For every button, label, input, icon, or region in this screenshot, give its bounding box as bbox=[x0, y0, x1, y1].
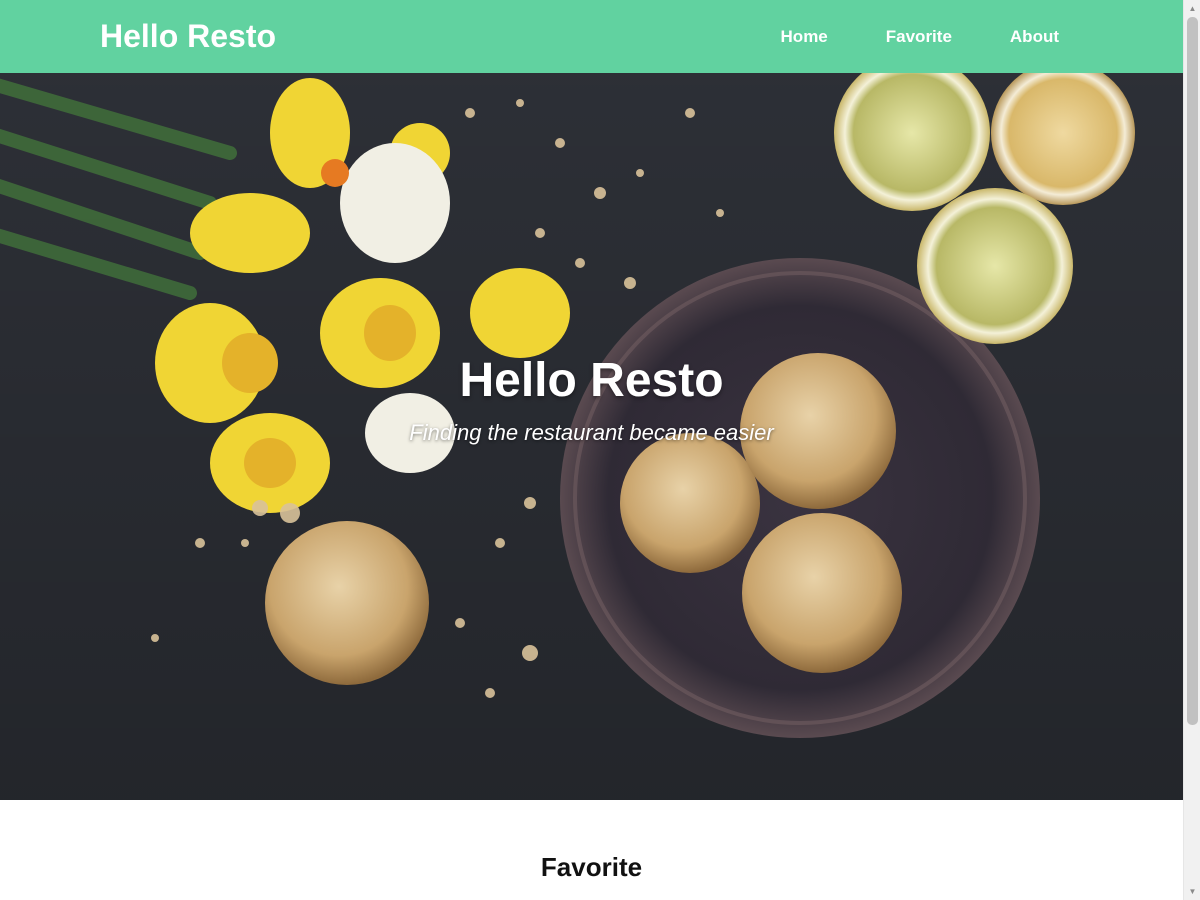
hero-title: Hello Resto bbox=[459, 354, 724, 407]
app-header: Hello Resto Home Favorite About bbox=[0, 0, 1183, 73]
nav-home-link[interactable]: Home bbox=[781, 27, 828, 47]
hero-banner: Hello Resto Finding the restaurant becam… bbox=[0, 73, 1183, 800]
hero-subtitle: Finding the restaurant became easier bbox=[409, 420, 774, 445]
nav-about-link[interactable]: About bbox=[1010, 27, 1059, 47]
favorite-section-title: Favorite bbox=[540, 852, 643, 882]
chevron-up-icon[interactable]: ▲ bbox=[1184, 0, 1200, 17]
brand-logo[interactable]: Hello Resto bbox=[100, 16, 276, 56]
scrollbar-thumb[interactable] bbox=[1187, 17, 1198, 725]
page-viewport: Hello Resto Home Favorite About Hello Re… bbox=[0, 0, 1183, 900]
main-nav: Home Favorite About bbox=[723, 0, 1059, 73]
nav-favorite-link[interactable]: Favorite bbox=[886, 27, 952, 47]
vertical-scrollbar[interactable]: ▲ ▼ bbox=[1183, 0, 1200, 900]
chevron-down-icon[interactable]: ▼ bbox=[1184, 883, 1200, 900]
